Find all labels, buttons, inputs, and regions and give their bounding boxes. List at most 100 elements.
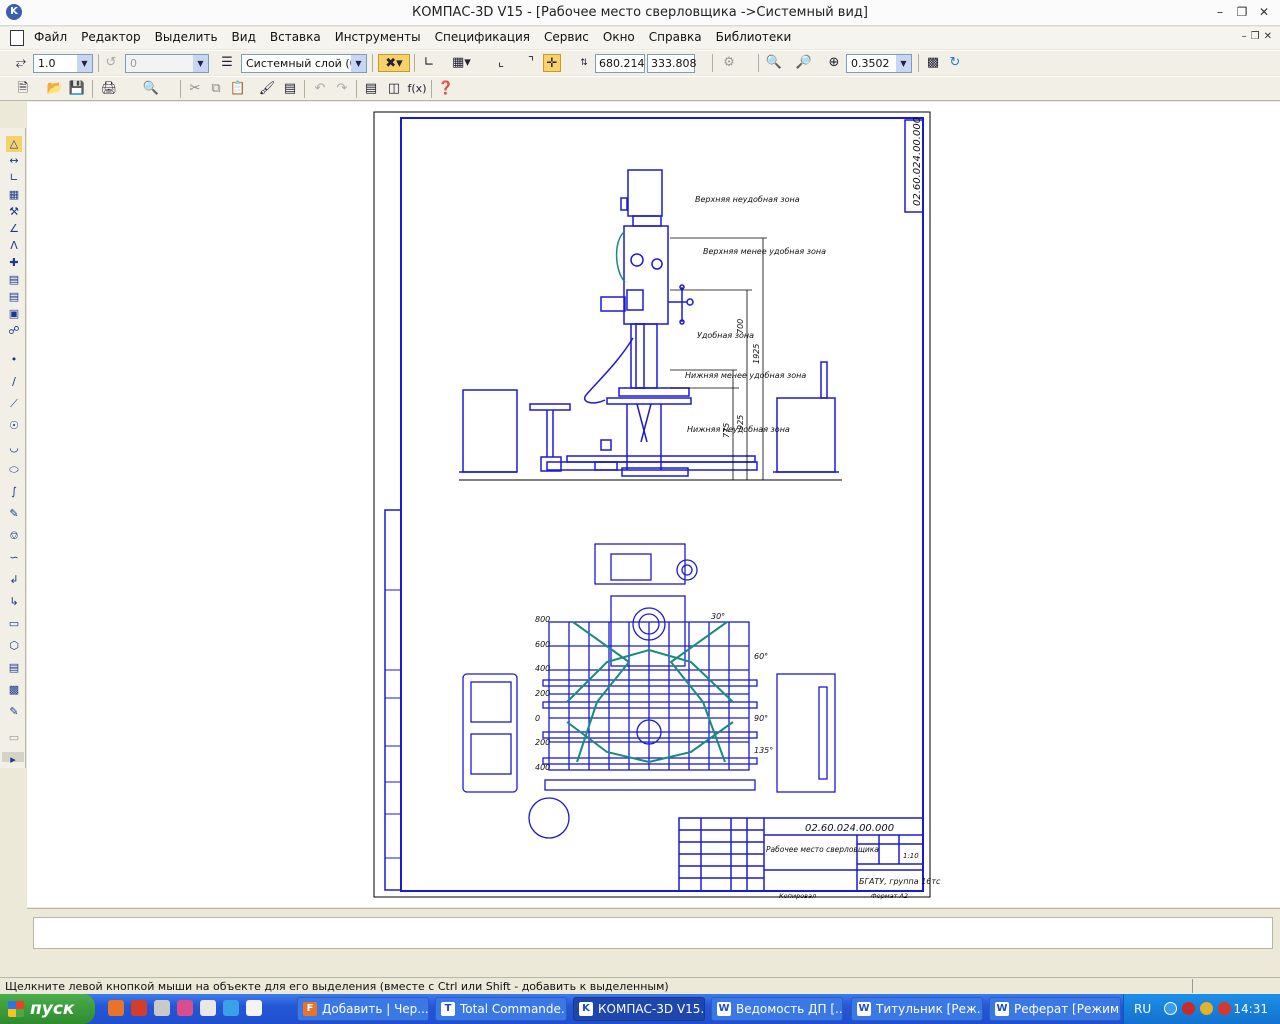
local-cs-icon[interactable]: ⌞ [492,54,510,72]
task-total-commander[interactable]: T Total Commande... [435,997,567,1021]
copy-properties-icon[interactable]: 🖌 [258,80,276,98]
menu-service[interactable]: Сервис [544,30,589,44]
angle-combo[interactable]: 0 ▼ [125,54,209,73]
minimize-button[interactable]: – [1212,4,1228,20]
spline-tool-icon[interactable]: ⎊ [6,528,22,544]
layers-icon[interactable]: ☰ [218,54,236,72]
drawing-canvas[interactable]: 02.60.024.00.000 Верхняя неудобная зона … [27,102,1280,907]
cursor-step-icon[interactable]: ⥂ [12,54,30,72]
antivirus-icon[interactable] [1182,1002,1195,1015]
firefox-quick-icon[interactable] [108,1000,124,1016]
menu-view[interactable]: Вид [232,30,256,44]
grid-icon[interactable]: ▦▾ [452,54,471,72]
designations-panel-icon[interactable]: ∟ [6,170,22,186]
new-document-icon[interactable]: 🗎 [14,80,32,98]
save-icon[interactable]: 💾 [68,80,86,98]
point-tool-icon[interactable]: • [6,352,22,368]
chevron-down-icon[interactable]: ▼ [193,55,208,72]
coord-x-field[interactable]: 680.214 [595,54,645,73]
paste-icon[interactable]: 📋 [229,80,247,98]
rectangle-tool-icon[interactable]: ▭ [6,616,22,632]
orthogonal-icon[interactable]: ∟ [420,54,438,72]
task-firefox[interactable]: F Добавить | Чер... [297,997,429,1021]
command-input[interactable] [33,917,1273,949]
menu-libraries[interactable]: Библиотеки [716,30,792,44]
context-help-icon[interactable]: ❓ [437,80,455,98]
doc-restore-button[interactable]: ❐ [1251,31,1260,42]
select-panel-icon[interactable]: Λ [6,238,22,254]
ie-quick-icon[interactable] [223,1000,239,1016]
macro-panel-icon[interactable]: ☍ [6,323,22,339]
spec-panel-icon[interactable]: ▤ [6,272,22,288]
archive-quick-icon[interactable] [154,1000,170,1016]
zoom-all-icon[interactable]: 🔎 [795,54,813,72]
zoom-window-icon[interactable]: 🔍 [765,54,783,72]
reports-panel-icon[interactable]: ▤ [6,289,22,305]
zoom-combo[interactable]: 0.3502 ▼ [846,54,912,73]
menu-file[interactable]: Файл [34,30,67,44]
redo-icon[interactable]: ↷ [333,80,351,98]
library-manager-icon[interactable]: ◫ [385,80,403,98]
chamfer-tool-icon[interactable]: ↳ [6,594,22,610]
fillet-tool-icon[interactable]: ↲ [6,572,22,588]
tray-arrow-icon[interactable] [1164,1002,1177,1015]
menu-tools[interactable]: Инструменты [335,30,421,44]
collect-contour-icon[interactable]: ✎ [6,704,22,720]
auxiliary-line-icon[interactable]: ∕ [6,374,22,390]
task-word-vedomost[interactable]: W Ведомость ДП [... [711,997,843,1021]
restore-button[interactable]: ❐ [1234,4,1250,20]
task-kompas[interactable]: K КОМПАС-3D V15... [573,997,705,1021]
task-word-referat[interactable]: W Реферат [Режим... [989,997,1121,1021]
menu-edit[interactable]: Редактор [81,30,140,44]
chevron-down-icon[interactable]: ▼ [351,55,366,72]
ellipse-tool-icon[interactable]: ⬭ [6,462,22,478]
doc-minimize-button[interactable]: – [1242,31,1247,42]
opera-quick-icon[interactable] [131,1000,147,1016]
panel-expand-icon[interactable]: ▸ [2,752,24,766]
cut-icon[interactable]: ✂ [186,80,204,98]
menu-help[interactable]: Справка [649,30,702,44]
menu-window[interactable]: Окно [603,30,635,44]
show-all-icon[interactable]: ▩ [924,54,942,72]
close-button[interactable]: ✕ [1256,4,1272,20]
media-quick-icon[interactable] [200,1000,216,1016]
task-word-titulnik[interactable]: W Титульник [Реж... [851,997,983,1021]
document-icon[interactable] [10,30,24,46]
upload-quick-icon[interactable] [177,1000,193,1016]
chevron-down-icon[interactable]: ▼ [896,55,911,72]
arc-tool-icon[interactable]: ◡ [6,440,22,456]
polygon-tool-icon[interactable]: ⬡ [6,638,22,654]
polyline-tool-icon[interactable]: ✎ [6,506,22,522]
fill-tool-icon[interactable]: ▩ [6,682,22,698]
associative-view-icon[interactable]: ✚ [6,255,22,271]
step-combo[interactable]: 1.0 ▼ [33,54,93,73]
open-folder-icon[interactable]: 📂 [46,80,64,98]
language-indicator[interactable]: RU [1134,1002,1151,1016]
coord-y-field[interactable]: 333.808 [647,54,697,73]
geometry-panel-icon[interactable]: △ [6,136,22,152]
dimensions-panel-icon[interactable]: ↔ [6,153,22,169]
refresh-icon[interactable]: ↻ [946,54,964,72]
menu-specification[interactable]: Спецификация [435,30,530,44]
properties-list-icon[interactable]: ▤ [281,80,299,98]
zoom-in-icon[interactable]: ⊕ [825,54,843,72]
print-icon[interactable]: 🖨 [100,80,118,98]
undo-icon[interactable]: ↶ [311,80,329,98]
start-button[interactable]: пуск [0,994,95,1024]
continuous-input-icon[interactable]: ∫ [6,484,22,500]
menu-insert[interactable]: Вставка [270,30,321,44]
chevron-down-icon[interactable]: ▼ [77,55,92,72]
edit-panel-icon[interactable]: ▦ [6,187,22,203]
measure-panel-icon[interactable]: ∠ [6,221,22,237]
snap-magnet-button[interactable]: ✖▾ [378,54,410,72]
copy-icon[interactable]: ⧉ [207,80,225,98]
properties-icon[interactable]: ⚙ [720,54,738,72]
opera-tray-icon[interactable] [1218,1002,1231,1015]
round-coords-button[interactable]: ✛ [543,54,561,72]
parametrize-panel-icon[interactable]: ⚒ [6,204,22,220]
notification-icon[interactable] [1200,1002,1213,1015]
menu-select[interactable]: Выделить [155,30,218,44]
ortho-mode-icon[interactable]: ⌝ [522,54,540,72]
bezier-tool-icon[interactable]: ∽ [6,550,22,566]
circle-tool-icon[interactable]: ☉ [6,418,22,434]
